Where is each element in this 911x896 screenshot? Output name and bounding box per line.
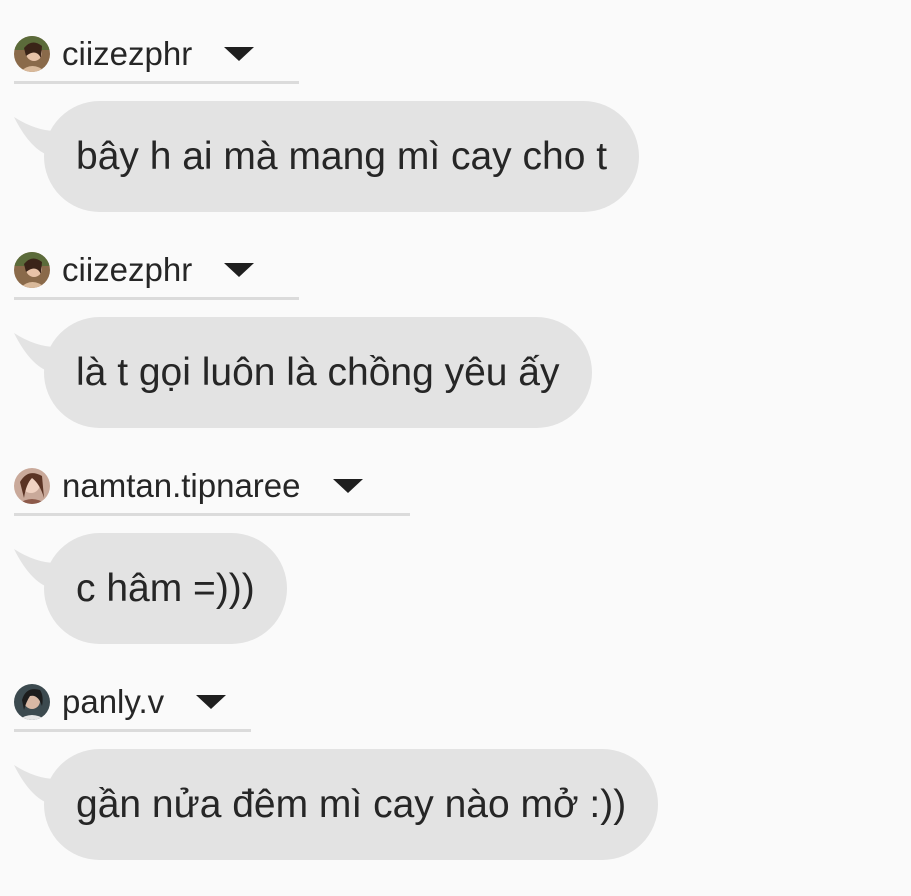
caret-down-icon[interactable] <box>224 262 255 277</box>
sender-username[interactable]: namtan.tipnaree <box>62 466 301 506</box>
message-text: gần nửa đêm mì cay nào mở :)) <box>76 782 627 826</box>
message-text: bây h ai mà mang mì cay cho t <box>76 134 608 178</box>
avatar[interactable] <box>14 683 50 720</box>
message-bubble[interactable]: gần nửa đêm mì cay nào mở :)) <box>44 749 659 860</box>
avatar[interactable] <box>14 251 50 288</box>
avatar[interactable] <box>14 35 50 72</box>
caret-down-icon[interactable] <box>332 478 363 493</box>
sender-username[interactable]: ciizezphr <box>62 34 192 74</box>
caret-down-icon[interactable] <box>224 46 255 61</box>
sender-header[interactable]: panly.v <box>14 678 251 732</box>
caret-down-icon[interactable] <box>196 694 227 709</box>
message-text: c hâm =))) <box>76 566 255 610</box>
sender-header[interactable]: ciizezphr <box>14 246 299 300</box>
sender-header[interactable]: ciizezphr <box>14 30 299 84</box>
message-bubble[interactable]: là t gọi luôn là chồng yêu ấy <box>44 317 592 428</box>
message-bubble[interactable]: bây h ai mà mang mì cay cho t <box>44 101 640 212</box>
sender-header[interactable]: namtan.tipnaree <box>14 462 410 516</box>
message-text: là t gọi luôn là chồng yêu ấy <box>76 350 560 394</box>
sender-username[interactable]: ciizezphr <box>62 250 192 290</box>
avatar[interactable] <box>14 467 50 504</box>
message-bubble[interactable]: c hâm =))) <box>44 533 287 644</box>
sender-username[interactable]: panly.v <box>62 682 164 722</box>
